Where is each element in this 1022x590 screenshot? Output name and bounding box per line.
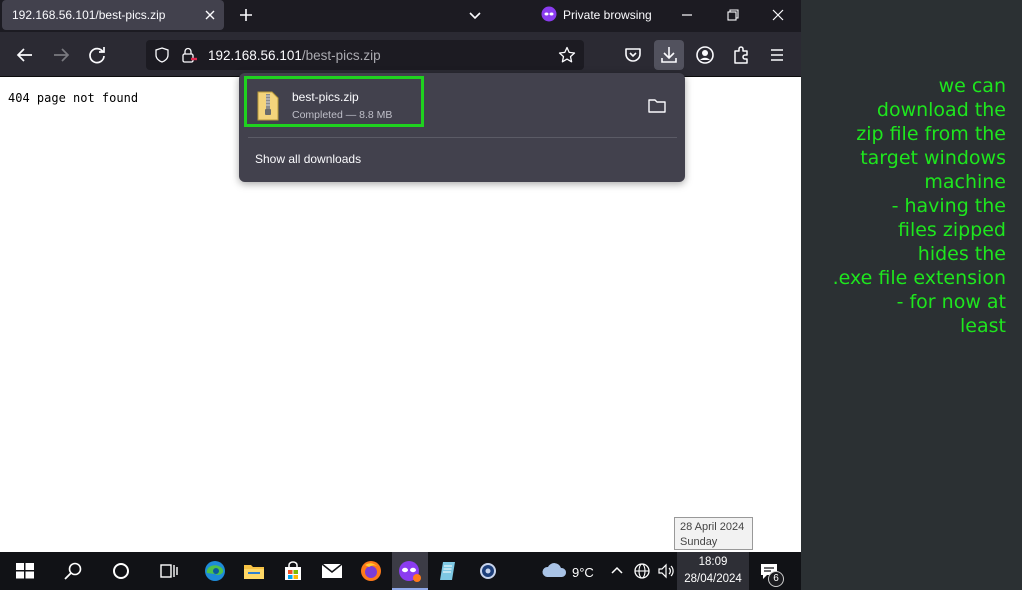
url-path: /best-pics.zip (301, 48, 381, 63)
taskbar: 9°C 18:09 28/04/2024 6 (0, 552, 801, 590)
weather-cloud-icon[interactable] (540, 559, 568, 583)
maximize-icon[interactable] (722, 4, 744, 26)
download-icon (661, 47, 677, 63)
reload-icon[interactable] (85, 43, 109, 67)
notification-count-badge: 6 (768, 571, 784, 587)
extensions-icon[interactable] (729, 43, 753, 67)
cortana-icon[interactable] (109, 559, 133, 583)
tab-bar: 192.168.56.101/best-pics.zip Private bro… (0, 0, 801, 32)
store-icon[interactable] (281, 559, 305, 583)
tab-title: 192.168.56.101/best-pics.zip (12, 8, 166, 22)
clock-time: 18:09 (698, 556, 728, 568)
volume-icon[interactable] (656, 559, 676, 583)
star-icon[interactable] (558, 46, 576, 64)
url-bar[interactable]: 192.168.56.101/best-pics.zip (146, 40, 584, 70)
chevron-up-icon[interactable] (608, 559, 626, 583)
downloads-button[interactable] (654, 40, 684, 70)
shield-icon[interactable] (154, 47, 170, 63)
menu-icon[interactable] (765, 43, 789, 67)
pocket-icon[interactable] (621, 43, 645, 67)
close-icon[interactable] (200, 5, 220, 25)
navigation-toolbar: 192.168.56.101/best-pics.zip (0, 32, 801, 77)
tab-active[interactable]: 192.168.56.101/best-pics.zip (2, 0, 224, 30)
file-explorer-icon[interactable] (242, 559, 266, 583)
minimize-icon[interactable] (676, 4, 698, 26)
tooltip-day: Sunday (680, 536, 718, 548)
tooltip-date: 28 April 2024 (680, 521, 745, 533)
lock-warning-icon[interactable] (180, 46, 198, 64)
mail-icon[interactable] (320, 559, 344, 583)
weather-temperature[interactable]: 9°C (572, 565, 594, 580)
download-filename: best-pics.zip (292, 90, 359, 104)
download-status: Completed — 8.8 MB (292, 109, 393, 121)
windows-start-icon[interactable] (13, 559, 37, 583)
globe-icon[interactable] (632, 559, 652, 583)
account-icon[interactable] (693, 43, 717, 67)
annotation-note: we can download the zip file from the ta… (832, 75, 1006, 337)
firefox-icon[interactable] (359, 559, 383, 583)
folder-icon[interactable] (647, 97, 667, 115)
page-body-text: 404 page not found (8, 91, 139, 105)
chevron-down-icon[interactable] (465, 5, 485, 25)
task-view-icon[interactable] (157, 559, 181, 583)
desktop-screen: 192.168.56.101/best-pics.zip Private bro… (0, 0, 1022, 590)
settings-icon[interactable] (476, 559, 500, 583)
private-browsing-label: Private browsing (563, 8, 652, 22)
private-mask-icon (541, 6, 557, 22)
back-icon[interactable] (13, 43, 37, 67)
search-icon[interactable] (61, 559, 85, 583)
close-icon[interactable] (767, 4, 789, 26)
url-text[interactable]: 192.168.56.101/best-pics.zip (208, 48, 381, 63)
show-all-downloads-link[interactable]: Show all downloads (255, 152, 361, 166)
zip-file-icon (257, 91, 279, 121)
url-host: 192.168.56.101 (208, 48, 302, 63)
clock-date: 28/04/2024 (684, 573, 742, 585)
firefox-private-icon[interactable] (398, 559, 422, 583)
edge-icon[interactable] (203, 559, 227, 583)
notepad-icon[interactable] (437, 559, 461, 583)
forward-icon[interactable] (49, 43, 73, 67)
plus-icon[interactable] (236, 5, 256, 25)
date-tooltip: 28 April 2024 Sunday (674, 517, 753, 550)
divider (248, 137, 677, 138)
